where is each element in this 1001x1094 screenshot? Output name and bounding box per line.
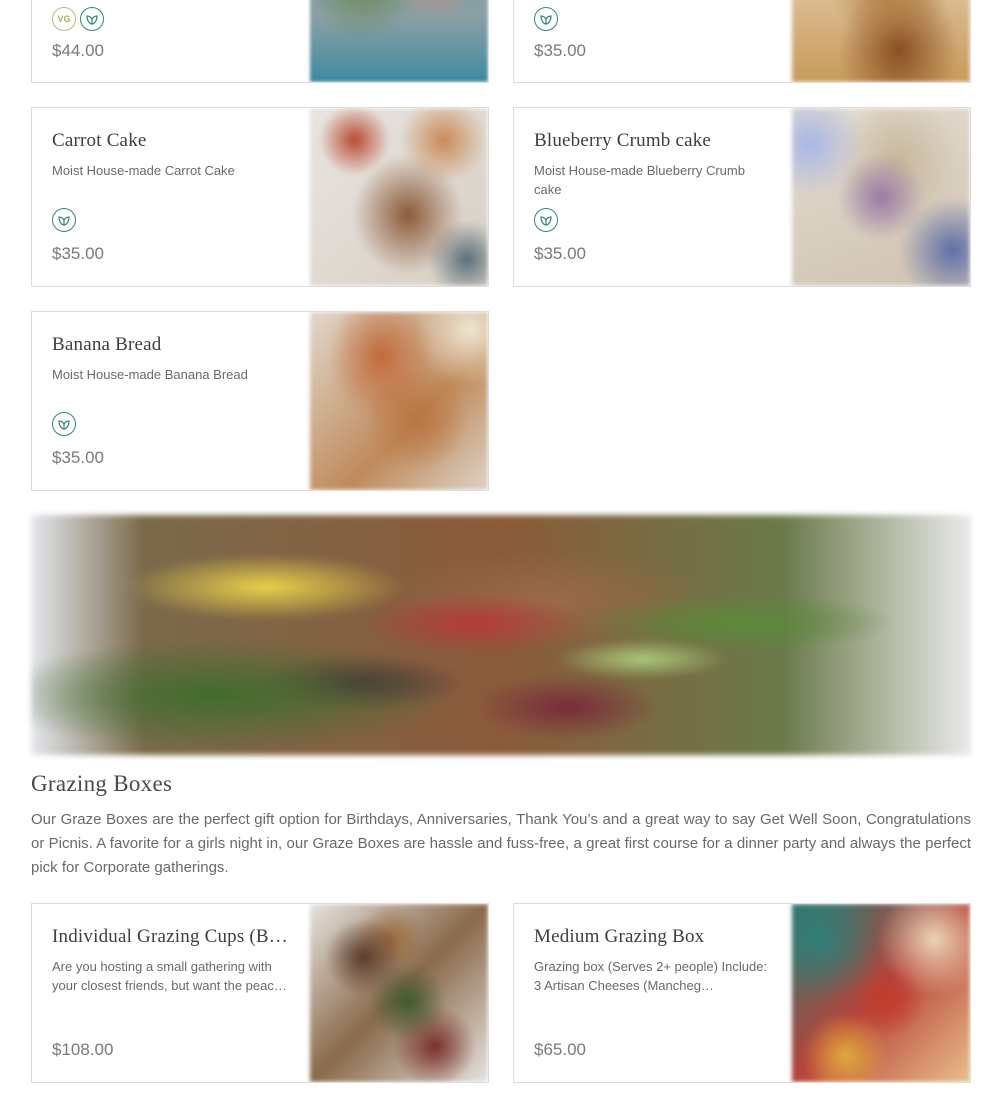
menu-item-price: $65.00 <box>534 1040 586 1059</box>
menu-item-card[interactable]: Carrot Cake Moist House-made Carrot Cake… <box>31 107 489 287</box>
menu-item-photo <box>792 0 970 82</box>
menu-item-photo <box>310 0 488 82</box>
menu-item-info: Carrot Cake Moist House-made Carrot Cake… <box>52 108 302 286</box>
menu-item-description: Moist House-made Carrot Cake <box>52 163 235 178</box>
vegetarian-icon <box>534 208 558 232</box>
vegetarian-icon <box>534 7 558 31</box>
dietary-badges <box>52 208 76 232</box>
vegetarian-icon <box>52 208 76 232</box>
menu-item-card[interactable]: $35.00 <box>513 0 971 83</box>
menu-item-info: Blueberry Crumb cake Moist House-made Bl… <box>534 108 784 286</box>
vegan-icon: VG <box>52 7 76 31</box>
menu-item-price: $35.00 <box>534 244 586 263</box>
menu-item-card[interactable]: Medium Grazing Box Grazing box (Serves 2… <box>513 903 971 1083</box>
menu-item-price: $35.00 <box>52 448 104 467</box>
menu-item-card[interactable]: Blueberry Crumb cake Moist House-made Bl… <box>513 107 971 287</box>
dietary-badges: VG <box>52 7 104 31</box>
menu-item-description: Are you hosting a small gathering with y… <box>52 959 287 993</box>
menu-item-photo <box>792 108 970 286</box>
menu-item-info: Medium Grazing Box Grazing box (Serves 2… <box>534 904 784 1082</box>
menu-item-description: Grazing box (Serves 2+ people) Include: … <box>534 959 768 993</box>
menu-item-title: Banana Bread <box>52 334 162 355</box>
menu-item-title: Medium Grazing Box <box>534 926 705 947</box>
dietary-badges <box>52 412 76 436</box>
menu-item-photo <box>310 904 488 1082</box>
menu-item-price: $35.00 <box>534 41 586 60</box>
menu-item-card[interactable]: Individual Grazing Cups (B… Are you host… <box>31 903 489 1083</box>
section-title: Grazing Boxes <box>31 771 173 796</box>
menu-item-description: Moist House-made Banana Bread <box>52 367 248 382</box>
menu-item-card[interactable]: Banana Bread Moist House-made Banana Bre… <box>31 311 489 491</box>
dietary-badges <box>534 7 558 31</box>
menu-item-title: Individual Grazing Cups (B… <box>52 926 289 947</box>
menu-item-price: $35.00 <box>52 244 104 263</box>
menu-item-info: VG $44.00 <box>52 0 302 82</box>
menu-item-info: Banana Bread Moist House-made Banana Bre… <box>52 312 302 490</box>
menu-item-title: Carrot Cake <box>52 130 147 151</box>
section-hero-image <box>31 515 971 755</box>
vegetarian-icon <box>52 412 76 436</box>
menu-item-price: $108.00 <box>52 1040 114 1059</box>
menu-item-price: $44.00 <box>52 41 104 60</box>
menu-item-description: Moist House-made Blueberry Crumb cake <box>534 163 745 197</box>
menu-item-photo <box>792 904 970 1082</box>
menu-item-info: Individual Grazing Cups (B… Are you host… <box>52 904 302 1082</box>
dietary-badges <box>534 208 558 232</box>
section-description: Our Graze Boxes are the perfect gift opt… <box>31 811 971 876</box>
vegetarian-icon <box>80 7 104 31</box>
menu-item-title: Blueberry Crumb cake <box>534 130 712 151</box>
menu-item-info: $35.00 <box>534 0 784 82</box>
menu-item-card[interactable]: VG $44.00 <box>31 0 489 83</box>
menu-item-photo <box>310 108 488 286</box>
menu-item-photo <box>310 312 488 490</box>
